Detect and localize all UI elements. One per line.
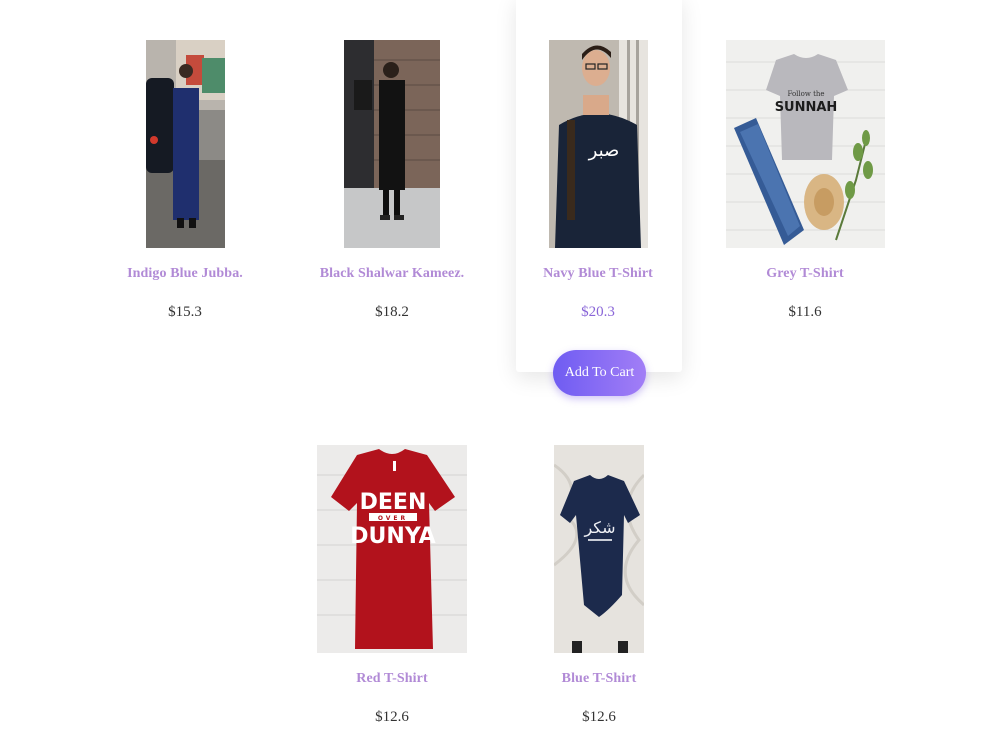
shirt-script-text: Follow the bbox=[787, 90, 824, 98]
shirt-print-text: DUNYA bbox=[350, 524, 435, 549]
product-image-grey-tshirt[interactable]: Follow the SUNNAH bbox=[726, 40, 885, 248]
shirt-print-text: DEEN bbox=[360, 490, 427, 515]
shirt-print-text: شكر bbox=[583, 518, 615, 538]
product-image-black-shalwar[interactable] bbox=[344, 40, 440, 248]
product-name[interactable]: Black Shalwar Kameez. bbox=[292, 266, 492, 282]
product-image-indigo-jubba[interactable] bbox=[146, 40, 225, 248]
shirt-print-text: صبر bbox=[588, 140, 620, 161]
product-image-blue-tshirt[interactable]: شكر bbox=[554, 445, 644, 653]
add-to-cart-button[interactable]: Add To Cart bbox=[553, 350, 646, 396]
shirt-print-text: SUNNAH bbox=[775, 100, 838, 115]
product-name[interactable]: Navy Blue T-Shirt bbox=[498, 266, 698, 282]
product-name[interactable]: Red T-Shirt bbox=[292, 671, 492, 687]
product-price: $15.3 bbox=[168, 304, 202, 320]
product-image-navy-tshirt[interactable]: صبر bbox=[549, 40, 648, 248]
product-price: $20.3 bbox=[581, 304, 615, 320]
product-name[interactable]: Blue T-Shirt bbox=[499, 671, 699, 687]
product-price: $11.6 bbox=[788, 304, 822, 320]
product-price: $18.2 bbox=[375, 304, 409, 320]
product-price: $12.6 bbox=[582, 709, 616, 725]
product-price: $12.6 bbox=[375, 709, 409, 725]
product-name[interactable]: Grey T-Shirt bbox=[705, 266, 905, 282]
product-name[interactable]: Indigo Blue Jubba. bbox=[85, 266, 285, 282]
shirt-print-text: OVER bbox=[378, 515, 408, 522]
product-image-red-tshirt[interactable]: DEEN OVER DUNYA bbox=[317, 445, 467, 653]
